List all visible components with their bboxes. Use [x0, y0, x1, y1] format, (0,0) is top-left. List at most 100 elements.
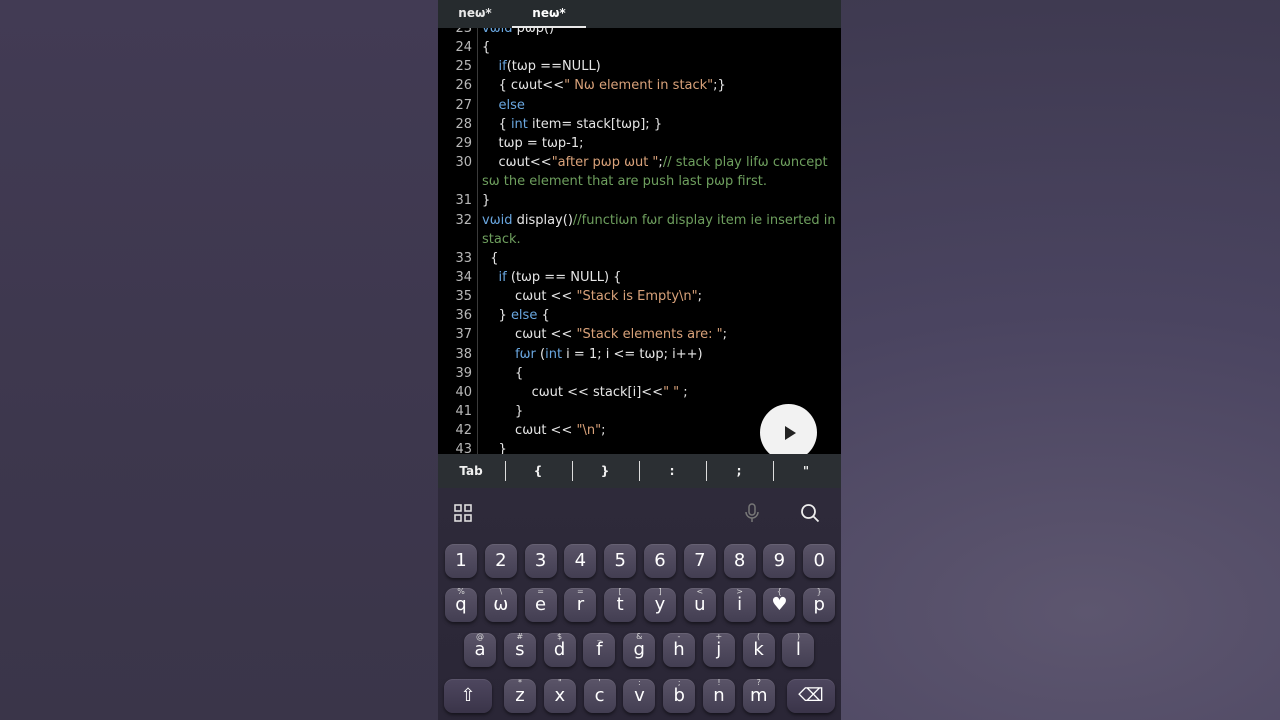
key-letter[interactable]: (k: [742, 632, 775, 667]
code-text: {: [482, 38, 490, 57]
key-hint: (: [757, 632, 761, 641]
key-9[interactable]: 9: [763, 544, 796, 578]
key-letter[interactable]: _ f: [583, 632, 616, 667]
backspace-key[interactable]: ⌫: [787, 679, 835, 713]
key-label: q: [455, 594, 467, 615]
code-text: { int item= stack[tωp]; }: [482, 115, 663, 134]
key-letter[interactable]: * z: [504, 678, 536, 713]
key-letter[interactable]: @ a: [464, 632, 496, 667]
apps-grid-icon[interactable]: [448, 498, 478, 528]
key-letter[interactable]: ? m: [742, 678, 775, 713]
line-number: 40: [455, 384, 472, 400]
key-letter[interactable]: -h: [663, 632, 695, 667]
code-token: cωut << stack[i]<<: [482, 384, 664, 400]
code-text: cωut << "\n";: [482, 421, 605, 440]
key-label: y: [654, 594, 666, 615]
tab-file-2[interactable]: neω*: [512, 4, 586, 28]
line-number: 28: [455, 116, 472, 132]
shortcut-separator: [505, 461, 506, 481]
key-letter[interactable]: % q: [445, 587, 477, 622]
key-letter[interactable]: " x: [543, 678, 576, 713]
key-7[interactable]: 7: [683, 544, 716, 578]
key-label: 2: [495, 550, 507, 571]
key-4[interactable]: 4: [564, 544, 597, 578]
code-token: "Stack is Empty\n": [576, 289, 698, 305]
key-hint: +: [715, 632, 723, 641]
shift-key[interactable]: ⇧: [444, 679, 492, 713]
key-letter[interactable]: } p: [803, 587, 836, 622]
shortcut-symbol-key[interactable]: ": [773, 454, 839, 488]
key-letter[interactable]: ! n: [703, 678, 735, 713]
key-hint: ]: [658, 587, 662, 596]
key-label: k: [753, 639, 764, 660]
search-icon[interactable]: [795, 498, 825, 528]
key-letter[interactable]: # s: [503, 632, 536, 667]
key-3[interactable]: 3: [524, 544, 557, 578]
code-token: " Nω element in stack": [564, 78, 714, 94]
key-letter[interactable]: :v: [623, 678, 656, 713]
key-1[interactable]: 1: [445, 544, 477, 578]
key-5[interactable]: 5: [604, 544, 637, 578]
key-hint: ': [598, 678, 601, 687]
code-token: ;: [601, 423, 606, 439]
key-letter[interactable]: < u: [683, 587, 716, 622]
shortcut-symbol-key[interactable]: :: [639, 454, 705, 488]
key-letter[interactable]: ) l: [782, 632, 815, 667]
shortcut-symbol-key[interactable]: {: [505, 454, 571, 488]
code-token: cωut <<: [482, 327, 577, 343]
key-letter[interactable]: \ ω: [484, 587, 517, 622]
line-number: 24: [455, 40, 472, 56]
key-hint: >: [736, 587, 743, 596]
key-0[interactable]: 0: [803, 544, 836, 578]
microphone-icon[interactable]: [737, 498, 767, 528]
key-letter[interactable]: ] y: [644, 587, 676, 622]
code-token: {: [482, 250, 499, 266]
key-letter[interactable]: ; b: [663, 678, 696, 713]
key-hint: :: [638, 678, 641, 687]
code-line: 39 {: [438, 364, 841, 383]
key-letter[interactable]: $ d: [543, 632, 576, 667]
code-line: 32 vωid display()//functiωn fωr display i…: [438, 211, 841, 230]
key-letter[interactable]: > i: [723, 587, 756, 622]
shortcut-tab-key[interactable]: Tab: [438, 454, 504, 488]
code-token: }: [482, 442, 507, 454]
tab-file-1[interactable]: neω*: [438, 4, 512, 28]
line-number: 32: [455, 212, 472, 228]
key-hint: #: [516, 632, 524, 641]
shortcut-symbol-key[interactable]: ;: [706, 454, 772, 488]
code-token: {: [482, 365, 524, 381]
key-hint: }: [816, 587, 822, 596]
key-label: ⇧: [460, 685, 476, 706]
key-letter[interactable]: = e: [524, 587, 557, 622]
code-line: 34 if (tωp == NULL) {: [438, 268, 841, 287]
key-2[interactable]: 2: [484, 544, 517, 578]
key-letter[interactable]: + j: [702, 632, 735, 667]
key-6[interactable]: 6: [644, 544, 676, 578]
code-text: cωut << stack[i]<<" " ;: [482, 383, 688, 402]
key-letter[interactable]: & g: [623, 632, 656, 667]
code-token: { cωut<<: [482, 78, 565, 94]
key-8[interactable]: 8: [723, 544, 756, 578]
play-icon: [784, 425, 796, 440]
key-label: 6: [654, 550, 666, 571]
key-hint: *: [518, 678, 522, 687]
key-label: t: [616, 594, 624, 615]
key-letter[interactable]: ' c: [583, 678, 616, 713]
code-token: {: [482, 40, 491, 56]
code-token: int: [510, 116, 528, 132]
key-label: r: [576, 594, 585, 615]
line-number: 23: [455, 28, 472, 36]
code-token: "after pωp ωut ": [551, 155, 659, 171]
key-letter[interactable]: {♥: [763, 587, 796, 622]
key-letter[interactable]: = r: [564, 587, 597, 622]
key-hint: ?: [756, 678, 761, 687]
code-text: { cωut<<" Nω element in stack";}: [482, 76, 726, 95]
shortcut-symbol-key[interactable]: }: [572, 454, 638, 488]
key-letter[interactable]: [t: [604, 587, 637, 622]
code-editor[interactable]: 23 vωid pωp() 24{25 if(tωp ==NULL) 26 { cωu…: [438, 28, 841, 454]
line-number: 35: [455, 289, 472, 305]
code-text: vωid display()//functiωn fωr display ite…: [482, 211, 836, 230]
run-button[interactable]: [760, 404, 817, 461]
code-token: cωut <<: [482, 423, 577, 439]
